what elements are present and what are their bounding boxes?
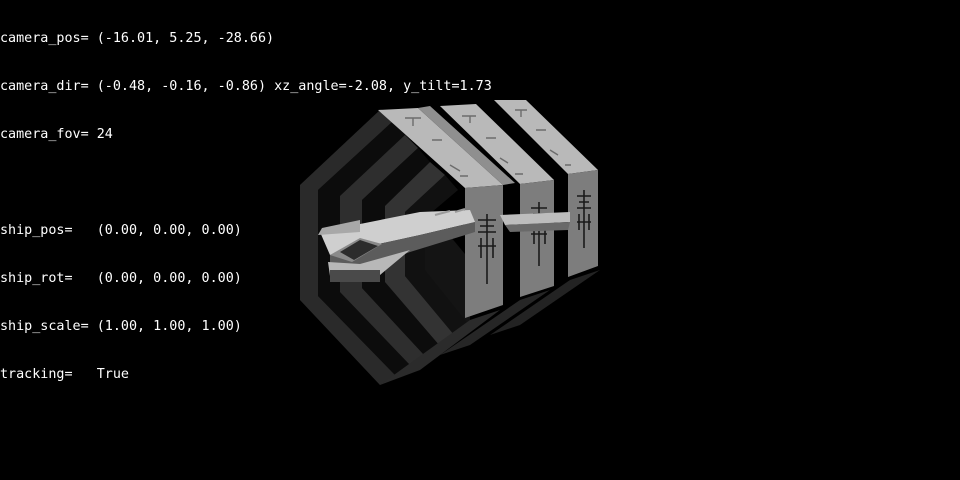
ship-rot-readout: ship_rot= (0.00, 0.00, 0.00) xyxy=(0,271,242,286)
ship-scale-readout: ship_scale= (1.00, 1.00, 1.00) xyxy=(0,319,242,334)
debug-hud: camera_pos= (-16.01, 5.25, -28.66) camer… xyxy=(0,0,492,415)
camera-fov-readout: camera_fov= 24 xyxy=(0,127,113,142)
camera-dir-readout: camera_dir= (-0.48, -0.16, -0.86) xz_ang… xyxy=(0,79,492,94)
game-viewport[interactable]: camera_pos= (-16.01, 5.25, -28.66) camer… xyxy=(0,0,960,480)
camera-pos-readout: camera_pos= (-16.01, 5.25, -28.66) xyxy=(0,31,275,46)
hud-spacer xyxy=(0,175,492,191)
tracking-readout: tracking= True xyxy=(0,367,129,382)
ship-pos-readout: ship_pos= (0.00, 0.00, 0.00) xyxy=(0,223,242,238)
